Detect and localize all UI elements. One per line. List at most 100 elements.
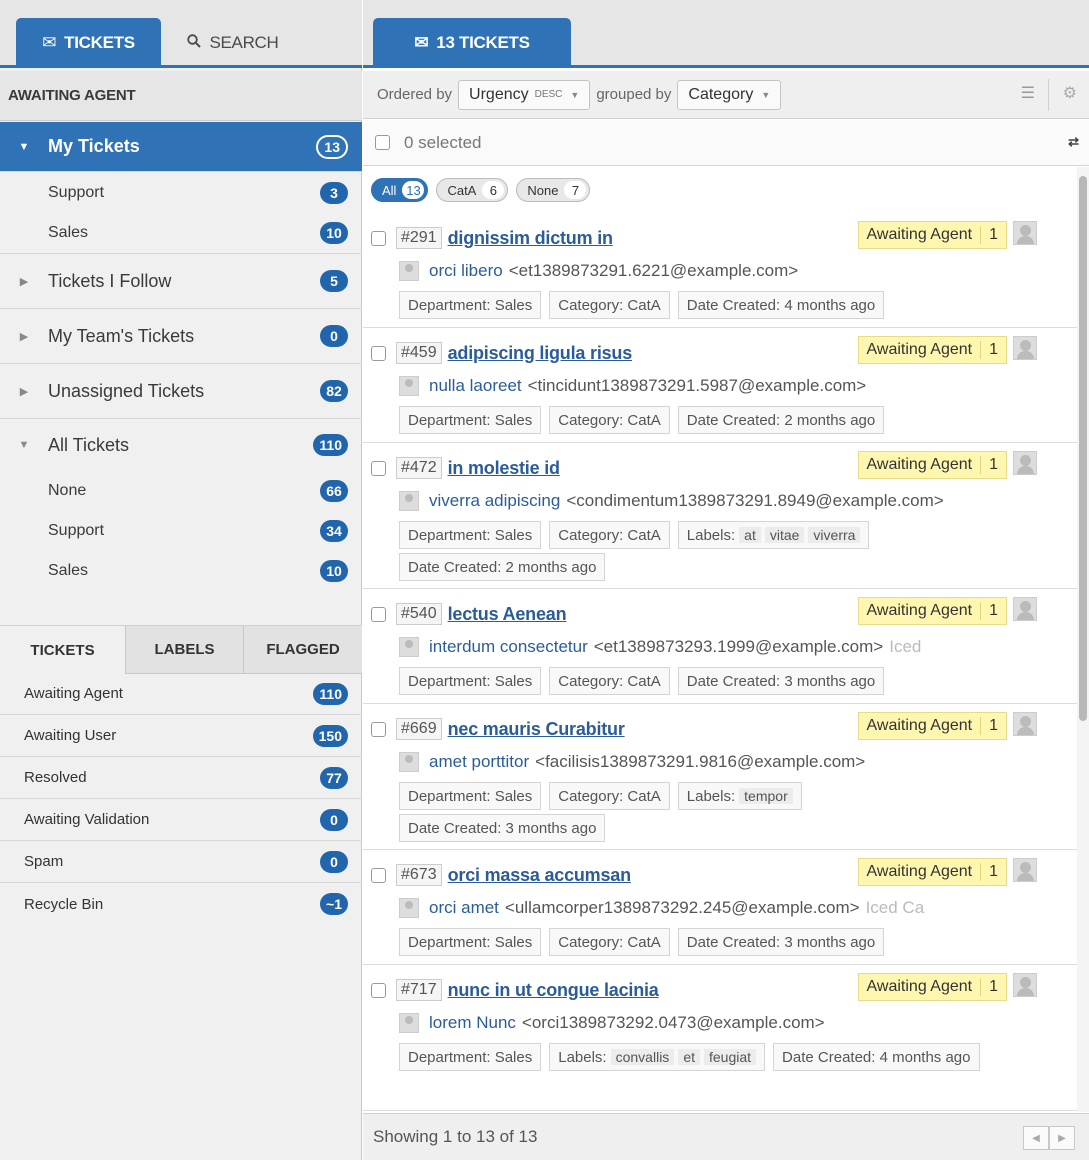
ticket-title-link[interactable]: lectus Aenean	[448, 604, 567, 625]
ticket-checkbox[interactable]	[371, 230, 386, 246]
select-all-checkbox[interactable]	[375, 135, 390, 150]
agent-avatar[interactable]	[1013, 336, 1037, 360]
status-resolved[interactable]: Resolved 77	[0, 757, 362, 799]
nav-unassigned-tickets[interactable]: ▶ Unassigned Tickets 82	[0, 364, 362, 419]
ticket-checkbox[interactable]	[371, 867, 386, 883]
order-value: Urgency	[469, 85, 529, 103]
ticket-title-link[interactable]: adipiscing ligula risus	[448, 343, 633, 364]
text-fade	[1035, 637, 1075, 657]
tab-tickets[interactable]: ✉ TICKETS	[16, 18, 161, 68]
ticket-header: #291 dignissim dictum in	[371, 227, 613, 249]
tab-ticket-results[interactable]: ✉ 13 TICKETS	[373, 18, 571, 68]
ticket-fields: Department: Sales Category: CatA Date Crea…	[399, 406, 1019, 438]
nav-all-none[interactable]: None 66	[0, 471, 362, 511]
status-spam[interactable]: Spam 0	[0, 841, 362, 883]
ticket-title-link[interactable]: orci massa accumsan	[448, 865, 632, 886]
department-tag: Department: Sales	[399, 406, 542, 434]
filter-cata[interactable]: CatA 6	[436, 178, 509, 202]
ticket-row[interactable]: #472 in molestie id Awaiting Agent 1 viverra…	[363, 443, 1077, 589]
agent-avatar[interactable]	[1013, 221, 1037, 245]
label-chip[interactable]: convallis	[610, 1049, 675, 1065]
status-awaiting-user[interactable]: Awaiting User 150	[0, 715, 362, 757]
ticket-requester: lorem Nunc <orci1389873292.0473@example.c…	[399, 1013, 1075, 1033]
ticket-title-link[interactable]: nunc in ut congue lacinia	[448, 980, 659, 1001]
nav-my-support[interactable]: Support 3	[0, 172, 362, 214]
refresh-icon[interactable]: ⇄	[1068, 134, 1079, 150]
label-chip[interactable]: viverra	[808, 527, 861, 543]
label-chip[interactable]: et	[678, 1049, 700, 1065]
count-badge: 3	[320, 182, 348, 204]
ticket-row[interactable]: #540 lectus Aenean Awaiting Agent 1 interdum…	[363, 589, 1077, 704]
count-badge: 0	[320, 808, 348, 831]
nav-all-tickets[interactable]: ▼ All Tickets 110	[0, 419, 362, 471]
order-dropdown[interactable]: Urgency DESC ▼	[458, 79, 591, 110]
tab-status-labels[interactable]: LABELS	[126, 626, 244, 674]
status-label: Awaiting User	[24, 727, 117, 744]
ticket-checkbox[interactable]	[371, 606, 386, 622]
filter-none[interactable]: None 7	[516, 178, 591, 202]
agent-avatar[interactable]	[1013, 712, 1037, 736]
ticket-requester: orci amet <ullamcorper1389873292.245@exam…	[399, 898, 1075, 918]
date-created-tag: Date Created: 2 months ago	[677, 406, 885, 434]
ticket-checkbox[interactable]	[371, 721, 386, 737]
nav-my-team-tickets[interactable]: ▶ My Team's Tickets 0	[0, 309, 362, 364]
prev-page-button[interactable]: ◀	[1023, 1126, 1049, 1150]
labels-prefix: Labels:	[686, 787, 736, 805]
gear-icon[interactable]: ⚙	[1063, 83, 1077, 103]
ticket-checkbox[interactable]	[371, 345, 386, 361]
text-fade	[1035, 898, 1075, 918]
requester-name[interactable]: orci libero	[429, 261, 503, 281]
agent-avatar[interactable]	[1013, 597, 1037, 621]
chevron-down-icon: ▼	[570, 89, 580, 100]
requester-name[interactable]: lorem Nunc	[429, 1013, 516, 1033]
label-chip[interactable]: at	[739, 527, 761, 543]
nav-my-tickets[interactable]: ▼ My Tickets 13	[0, 122, 362, 172]
filter-all[interactable]: All 13	[371, 178, 429, 202]
label-chip[interactable]: vitae	[764, 527, 805, 543]
status-badge: Awaiting Agent 1	[857, 712, 1007, 740]
status-awaiting-validation[interactable]: Awaiting Validation 0	[0, 799, 362, 841]
ticket-list: #291 dignissim dictum in Awaiting Agent 1 or…	[363, 213, 1077, 1113]
requester-name[interactable]: interdum consectetur	[429, 637, 588, 657]
label-chip[interactable]: tempor	[739, 788, 793, 804]
label-chip[interactable]: feugiat	[704, 1049, 757, 1065]
nav-tickets-i-follow[interactable]: ▶ Tickets I Follow 5	[0, 254, 362, 309]
ticket-row[interactable]: #717 nunc in ut congue lacinia Awaiting Ag…	[363, 965, 1077, 1111]
next-page-button[interactable]: ▶	[1049, 1126, 1075, 1150]
agent-avatar[interactable]	[1013, 451, 1037, 475]
requester-name[interactable]: viverra adipiscing	[429, 491, 560, 511]
nav-my-sales[interactable]: Sales 10	[0, 212, 362, 254]
tab-search[interactable]: SEARCH	[163, 18, 303, 68]
requester-name[interactable]: nulla laoreet	[429, 376, 522, 396]
department-tag: Department: Sales	[399, 1043, 542, 1071]
ticket-checkbox[interactable]	[371, 460, 386, 476]
count-badge: ~1	[320, 893, 348, 915]
tab-status-flagged[interactable]: FLAGGED	[244, 626, 362, 674]
ticket-title-link[interactable]: in molestie id	[448, 458, 560, 479]
status-count: 1	[980, 226, 998, 244]
scrollbar-thumb[interactable]	[1079, 176, 1087, 721]
ticket-row[interactable]: #291 dignissim dictum in Awaiting Agent 1 or…	[363, 213, 1077, 328]
ticket-checkbox[interactable]	[371, 982, 386, 998]
ticket-title-link[interactable]: dignissim dictum in	[448, 228, 613, 249]
requester-name[interactable]: orci amet	[429, 898, 499, 918]
agent-avatar[interactable]	[1013, 973, 1037, 997]
status-count: 1	[980, 717, 998, 735]
requester-name[interactable]: amet porttitor	[429, 752, 529, 772]
ticket-title-link[interactable]: nec mauris Curabitur	[448, 719, 625, 740]
tab-status-tickets[interactable]: TICKETS	[0, 626, 126, 674]
labels-prefix: Labels:	[558, 1048, 607, 1066]
count-badge: 110	[313, 682, 348, 705]
group-dropdown[interactable]: Category ▼	[677, 79, 782, 110]
status-recycle-bin[interactable]: Recycle Bin ~1	[0, 883, 362, 925]
nav-all-support[interactable]: Support 34	[0, 511, 362, 551]
list-view-icon[interactable]: ☰	[1021, 83, 1035, 103]
nav-all-sales[interactable]: Sales 10	[0, 551, 362, 591]
envelope-icon: ✉	[414, 33, 429, 52]
ticket-row[interactable]: #459 adipiscing ligula risus Awaiting Agen…	[363, 328, 1077, 443]
ticket-row[interactable]: #673 orci massa accumsan Awaiting Agent 1 or…	[363, 850, 1077, 965]
status-awaiting-agent[interactable]: Awaiting Agent 110	[0, 673, 362, 715]
agent-avatar[interactable]	[1013, 858, 1037, 882]
ticket-fields: Department: Sales Category: CatA Date Crea…	[399, 667, 1019, 699]
ticket-row[interactable]: #669 nec mauris Curabitur Awaiting Agent 1 a…	[363, 704, 1077, 850]
